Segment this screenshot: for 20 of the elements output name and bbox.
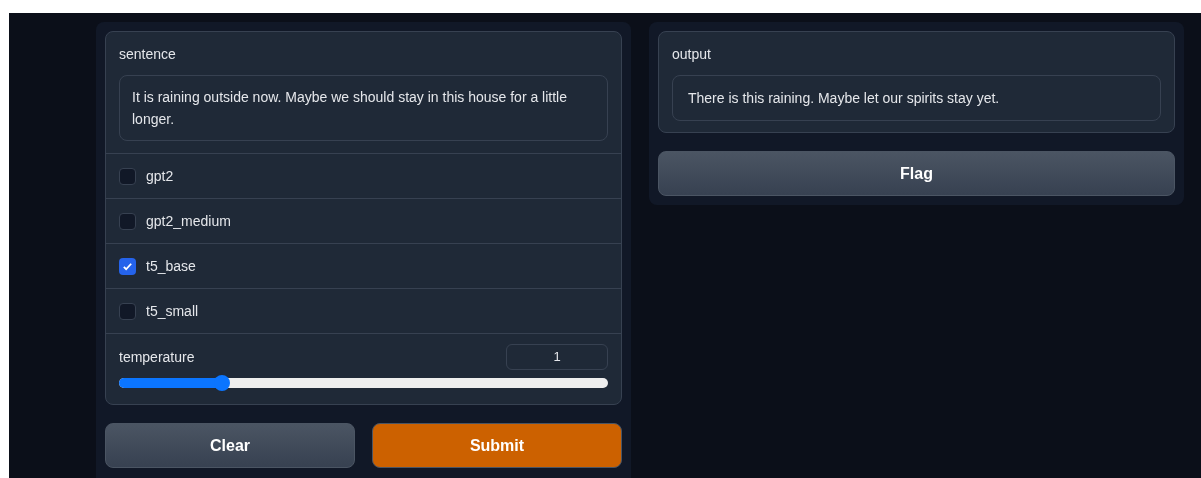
slider-thumb[interactable]: [213, 375, 230, 391]
checkbox-label[interactable]: gpt2: [146, 165, 174, 187]
checkbox[interactable]: [119, 302, 136, 320]
checkbox[interactable]: [119, 167, 136, 185]
checkbox-label[interactable]: t5_base: [146, 255, 196, 277]
number-field[interactable]: 1: [506, 344, 608, 370]
check-icon: [122, 260, 133, 272]
sentence-field[interactable]: It is raining outside now. Maybe we should stay in this house for a little longer.: [119, 75, 608, 141]
output-field: There is this raining. Maybe let our spirits stay yet.: [672, 75, 1161, 121]
submit-button[interactable]: Submit: [372, 423, 622, 468]
field-label: sentence: [119, 45, 177, 64]
field-label: output: [672, 45, 712, 64]
slider-track[interactable]: [119, 378, 608, 388]
checkbox[interactable]: [119, 212, 136, 230]
action-button[interactable]: Clear: [105, 423, 355, 468]
slider-label: temperature: [119, 347, 195, 367]
checkbox-label[interactable]: gpt2_medium: [146, 210, 231, 232]
action-button[interactable]: Flag: [658, 151, 1175, 196]
checkbox-label[interactable]: t5_small: [146, 300, 199, 322]
checkbox[interactable]: [119, 257, 136, 275]
